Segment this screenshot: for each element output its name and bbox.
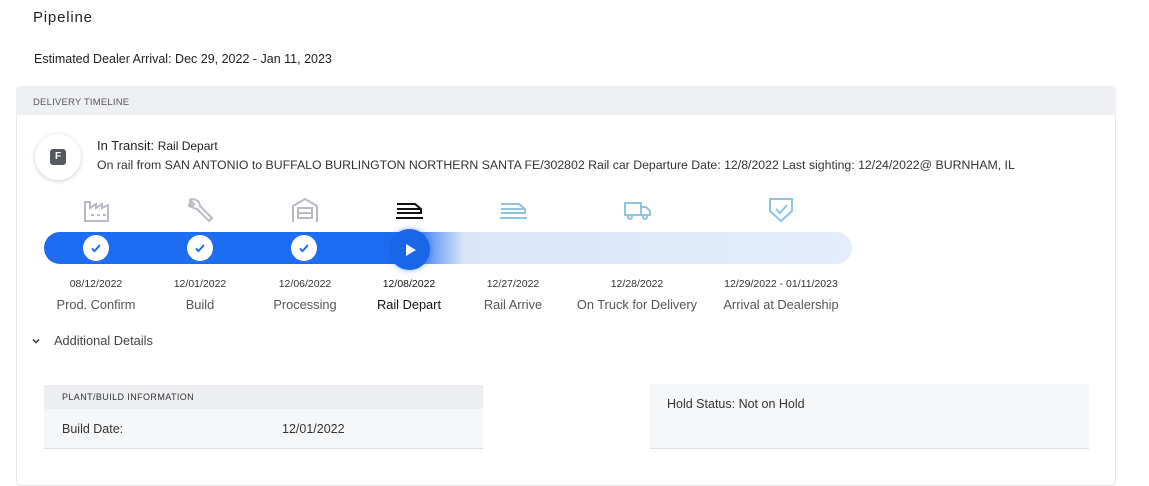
hold-status-box bbox=[650, 384, 1089, 449]
additional-details-label: Additional Details bbox=[54, 333, 153, 348]
status-value: Rail Depart bbox=[157, 139, 218, 153]
hold-status: Hold Status: Not on Hold bbox=[667, 397, 805, 411]
wrench-icon bbox=[188, 198, 213, 222]
rail-car-icon bbox=[396, 203, 423, 219]
status-label: In Transit: bbox=[97, 138, 155, 153]
timeline-progress-bar bbox=[44, 232, 852, 264]
build-date-label: Build Date: bbox=[62, 422, 124, 436]
build-date-value: 12/01/2022 bbox=[282, 422, 345, 436]
status-line: In Transit: Rail Depart bbox=[97, 138, 218, 153]
status-description: On rail from SAN ANTONIO to BUFFALO BURL… bbox=[97, 158, 1015, 172]
page-title: Pipeline bbox=[33, 9, 93, 26]
stage-label: On Truck for Delivery bbox=[576, 297, 698, 312]
chevron-down-icon bbox=[32, 338, 40, 344]
panel-header-title: DELIVERY TIMELINE bbox=[33, 97, 130, 108]
rail-car-icon bbox=[500, 203, 527, 219]
eta-value: Dec 29, 2022 - Jan 11, 2023 bbox=[175, 52, 332, 66]
current-stage-marker bbox=[389, 229, 430, 270]
factory-icon bbox=[84, 201, 109, 222]
stage-date: 12/29/2022 - 01/11/2023 bbox=[724, 278, 838, 290]
panel-header bbox=[16, 86, 1116, 115]
play-icon bbox=[405, 243, 416, 256]
plant-info-title: PLANT/BUILD INFORMATION bbox=[62, 392, 195, 402]
check-icon bbox=[83, 235, 109, 261]
stage-label: Arrival at Dealership bbox=[723, 297, 839, 312]
additional-details-toggle[interactable]: Additional Details bbox=[29, 333, 153, 348]
processing-icon bbox=[292, 197, 318, 222]
eta-label: Estimated Dealer Arrival: bbox=[34, 52, 172, 66]
stage-date: 12/28/2022 bbox=[610, 278, 664, 290]
brand-badge-icon: F bbox=[50, 149, 66, 165]
avatar: F bbox=[35, 134, 81, 180]
truck-icon bbox=[624, 202, 651, 220]
shield-check-icon bbox=[769, 198, 793, 223]
estimated-arrival: Estimated Dealer Arrival: Dec 29, 2022 -… bbox=[34, 52, 332, 66]
check-icon bbox=[291, 235, 317, 261]
check-icon bbox=[187, 235, 213, 261]
